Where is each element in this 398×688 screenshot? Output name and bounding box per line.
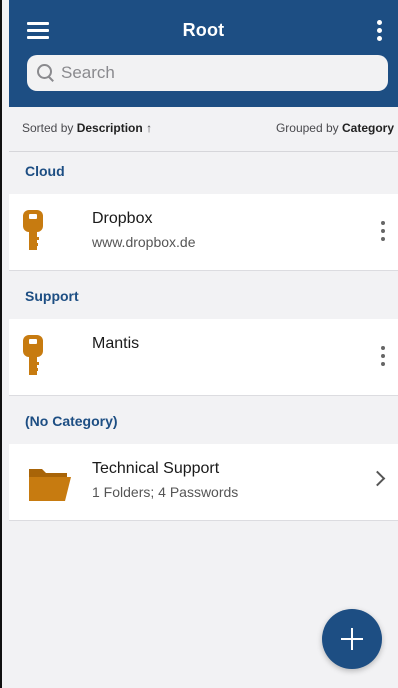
add-button[interactable] (322, 609, 382, 669)
list-item-technical-support[interactable]: Technical Support 1 Folders; 4 Passwords (9, 444, 398, 521)
item-subtitle: www.dropbox.de (92, 234, 196, 250)
key-icon (23, 210, 43, 250)
item-name: Dropbox (92, 210, 153, 227)
section-header-no-category: (No Category) (9, 401, 398, 441)
app-header: Root (9, 0, 398, 107)
key-icon (23, 335, 43, 375)
search-bar[interactable] (27, 55, 388, 91)
list-item-dropbox[interactable]: Dropbox www.dropbox.de (9, 194, 398, 271)
group-field: Category (341, 121, 394, 135)
more-icon[interactable] (378, 221, 388, 243)
more-vertical-icon[interactable] (374, 20, 384, 42)
item-name: Mantis (92, 335, 140, 352)
item-name: Technical Support (92, 460, 220, 477)
section-header-cloud: Cloud (9, 151, 398, 191)
sort-direction-icon: ↑ (146, 121, 153, 135)
sort-field: Description (76, 121, 143, 135)
folder-icon (29, 469, 71, 501)
search-icon (37, 64, 55, 82)
sort-group-bar: Sorted by Description ↑ Grouped by Categ… (9, 107, 398, 152)
section-title: Cloud (25, 163, 65, 179)
section-header-support: Support (9, 276, 398, 316)
group-control[interactable]: Grouped by Category (276, 121, 394, 135)
list-item-mantis[interactable]: Mantis (9, 319, 398, 396)
sort-control[interactable]: Sorted by Description ↑ (22, 121, 152, 135)
item-subtitle: 1 Folders; 4 Passwords (92, 484, 239, 500)
section-title: (No Category) (25, 413, 118, 429)
search-input[interactable] (59, 62, 363, 84)
chevron-right-icon (369, 470, 386, 487)
more-icon[interactable] (378, 346, 388, 368)
page-title: Root (182, 20, 225, 40)
group-prefix: Grouped by (275, 121, 342, 135)
section-title: Support (25, 288, 79, 304)
window-edge (0, 0, 2, 688)
sort-prefix: Sorted by (22, 121, 77, 135)
